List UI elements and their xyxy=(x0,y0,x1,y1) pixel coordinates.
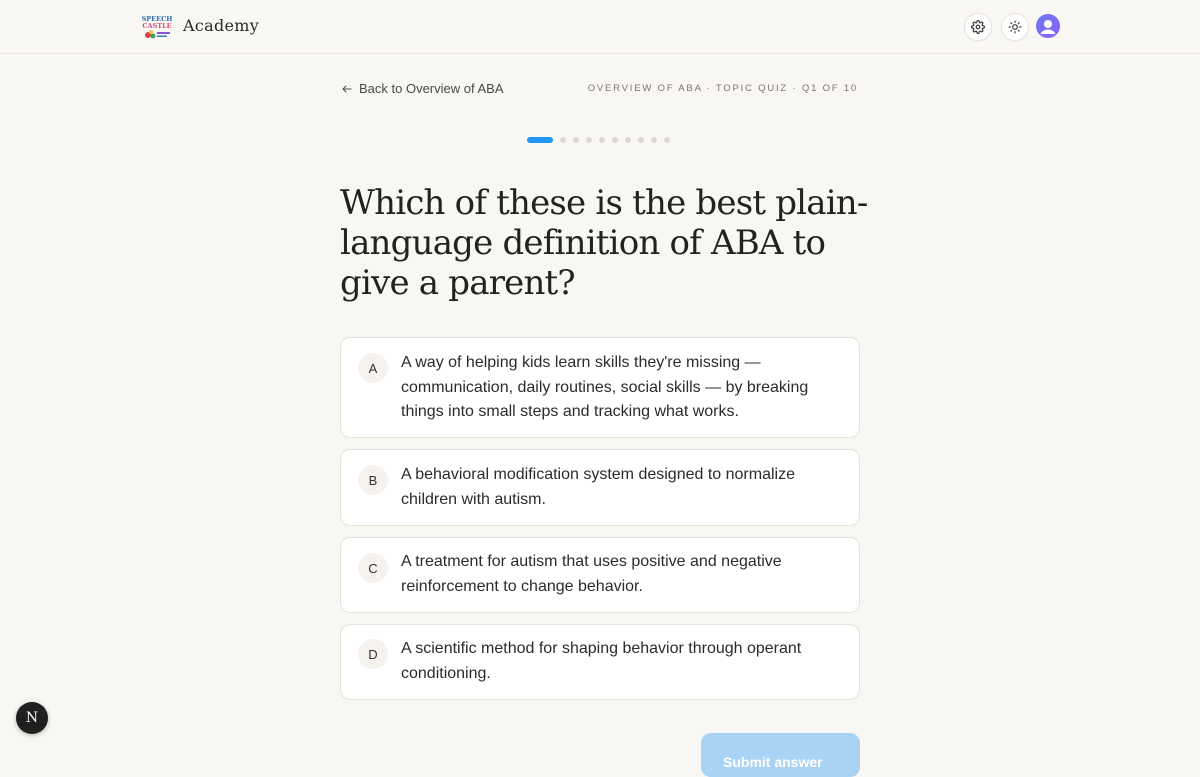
progress-dot xyxy=(586,137,592,143)
option-d[interactable]: D A scientific method for shaping behavi… xyxy=(340,624,860,700)
svg-text:CASTLE: CASTLE xyxy=(142,22,171,30)
option-letter: D xyxy=(358,639,388,669)
option-letter: C xyxy=(358,553,388,583)
submit-answer-button[interactable]: Submit answer xyxy=(701,733,860,777)
user-avatar[interactable] xyxy=(1036,14,1060,38)
progress-dot xyxy=(638,137,644,143)
option-c[interactable]: C A treatment for autism that uses posit… xyxy=(340,537,860,613)
top-bar: SPEECH CASTLE Academy xyxy=(0,0,1200,54)
option-text: A treatment for autism that uses positiv… xyxy=(401,553,782,595)
progress-dot xyxy=(664,137,670,143)
sun-icon xyxy=(1008,20,1022,34)
option-text: A scientific method for shaping behavior… xyxy=(401,640,802,682)
progress-dot xyxy=(573,137,579,143)
back-link[interactable]: Back to Overview of ABA xyxy=(341,81,504,96)
option-letter: A xyxy=(358,353,388,383)
settings-button[interactable] xyxy=(964,13,992,41)
option-text: A behavioral modification system designe… xyxy=(401,466,795,508)
progress-dot xyxy=(599,137,605,143)
progress-dot xyxy=(651,137,657,143)
progress-dot xyxy=(612,137,618,143)
option-b[interactable]: B A behavioral modification system desig… xyxy=(340,449,860,526)
progress-dot xyxy=(625,137,631,143)
question-progress xyxy=(527,137,670,143)
option-letter: B xyxy=(358,465,388,495)
back-link-label: Back to Overview of ABA xyxy=(359,81,504,96)
gear-icon xyxy=(971,20,985,34)
option-text: A way of helping kids learn skills they'… xyxy=(401,354,809,420)
speech-castle-logo[interactable]: SPEECH CASTLE xyxy=(142,14,172,40)
option-a[interactable]: A A way of helping kids learn skills the… xyxy=(340,337,860,438)
brand-name: Academy xyxy=(183,16,260,35)
progress-dot xyxy=(560,137,566,143)
progress-dot xyxy=(527,137,553,143)
user-icon xyxy=(1040,20,1056,34)
nextjs-dev-badge[interactable]: N xyxy=(16,702,48,734)
arrow-left-icon xyxy=(342,85,352,92)
quiz-breadcrumb: OVERVIEW OF ABA · TOPIC QUIZ · Q1 OF 10 xyxy=(587,83,858,94)
theme-toggle-button[interactable] xyxy=(1001,13,1029,41)
question-text: Which of these is the best plain-languag… xyxy=(340,183,868,303)
